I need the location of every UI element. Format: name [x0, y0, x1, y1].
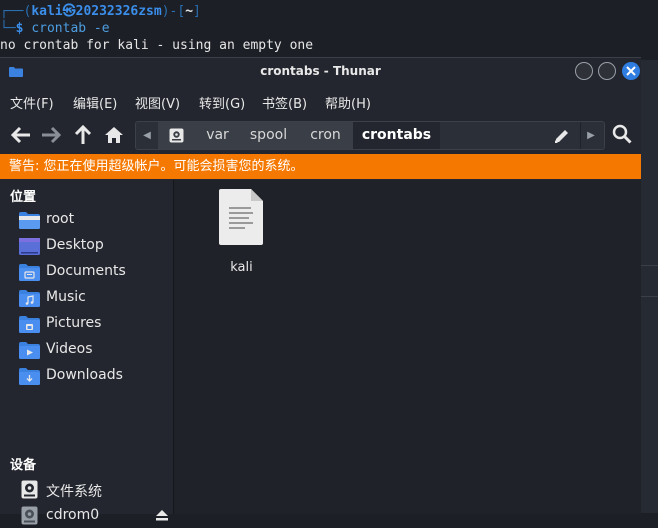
sidebar-item-label: cdrom0 [46, 507, 100, 523]
prompt-cwd: ~ [185, 4, 194, 19]
pictures-folder-icon [19, 316, 40, 333]
music-folder-icon [19, 290, 40, 307]
prompt-frame-bottom: └─ [0, 21, 16, 36]
close-icon [626, 66, 636, 76]
toolbar: ◀ var spool cron crontabs ▶ [0, 118, 641, 152]
drive-icon [21, 480, 38, 499]
crumb-spool[interactable]: spool [239, 122, 299, 149]
sidebar-item-downloads[interactable]: Downloads [0, 364, 172, 388]
sidebar-item-label: 文件系统 [46, 484, 102, 500]
downloads-folder-icon [19, 368, 40, 385]
sidebar-item-label: Pictures [46, 315, 102, 331]
documents-folder-icon [19, 264, 40, 281]
terminal-command: crontab -e [31, 21, 110, 36]
crumb-crontabs[interactable]: crontabs [353, 122, 441, 149]
terminal: ┌──(kali㉿20232326zsm)-[~] └─$ crontab -e… [0, 0, 658, 60]
file-view[interactable]: kali [174, 180, 641, 514]
terminal-output: no crontab for kali - using an empty one [0, 38, 314, 53]
sidebar-item-label: Documents [46, 263, 126, 279]
window-title: crontabs - Thunar [260, 64, 381, 78]
crumb-cron[interactable]: cron [298, 122, 354, 149]
sidebar-item-pictures[interactable]: Pictures [0, 312, 172, 336]
prompt-frame-end: ] [193, 4, 201, 19]
sidebar-item-label: Videos [46, 341, 93, 357]
location-bar: ◀ var spool cron crontabs ▶ [135, 121, 605, 150]
crumb-root[interactable] [158, 122, 197, 149]
menu-bar: 文件(F) 编辑(E) 视图(V) 转到(G) 书签(B) 帮助(H) [0, 90, 641, 112]
sidebar-item-label: Music [46, 289, 86, 305]
places-header: 位置 [10, 190, 37, 205]
sidebar-item-videos[interactable]: Videos [0, 338, 172, 362]
prompt-frame-top: ┌──( [0, 4, 32, 19]
menu-edit[interactable]: 编辑(E) [73, 93, 117, 112]
sidebar-item-music[interactable]: Music [0, 286, 172, 310]
terminal-prompt-line: ┌──(kali㉿20232326zsm)-[~] [0, 3, 201, 20]
file-item-kali[interactable]: kali [214, 189, 269, 275]
drive-icon [169, 128, 184, 143]
menu-file[interactable]: 文件(F) [10, 93, 54, 112]
up-arrow-icon[interactable] [72, 125, 94, 145]
devices-header: 设备 [10, 458, 37, 473]
sidebar-item-label: Desktop [46, 237, 104, 253]
optical-drive-icon [21, 506, 38, 525]
desktop-folder-icon [19, 238, 40, 255]
back-arrow-icon[interactable] [10, 125, 32, 145]
background-window-edge [641, 60, 658, 513]
file-name: kali [230, 260, 253, 275]
videos-folder-icon [19, 342, 40, 359]
title-bar[interactable]: crontabs - Thunar [0, 58, 641, 86]
maximize-button[interactable] [598, 62, 616, 80]
edit-location-icon[interactable] [553, 127, 571, 145]
minimize-button[interactable] [575, 62, 593, 80]
prompt-user-host: kali㉿20232326zsm [31, 4, 162, 19]
sidebar-item-cdrom0[interactable]: cdrom0 [0, 504, 172, 528]
home-folder-icon [19, 212, 40, 229]
menu-view[interactable]: 视图(V) [135, 93, 180, 112]
prompt-frame-mid: )-[ [161, 4, 186, 19]
menu-bookmarks[interactable]: 书签(B) [262, 93, 307, 112]
crumb-var[interactable]: var [196, 122, 240, 149]
sidebar-item-root[interactable]: root [0, 208, 172, 232]
sidebar: 位置 root Desktop Documents Music Pictures… [0, 180, 174, 525]
sidebar-item-documents[interactable]: Documents [0, 260, 172, 284]
prompt-dollar: $ [15, 21, 24, 36]
path-scroll-right-icon[interactable]: ▶ [580, 122, 602, 149]
terminal-command-line: └─$ crontab -e [0, 20, 110, 37]
text-file-icon [219, 189, 263, 245]
home-icon[interactable] [103, 125, 125, 145]
eject-icon[interactable] [156, 510, 168, 521]
forward-arrow-icon[interactable] [40, 125, 62, 145]
thunar-window: crontabs - Thunar 文件(F) 编辑(E) 视图(V) 转到(G… [0, 57, 641, 525]
root-warning-bar: 警告: 您正在使用超级帐户。可能会损害您的系统。 [0, 154, 641, 179]
path-scroll-left-icon[interactable]: ◀ [136, 122, 158, 149]
search-icon[interactable] [612, 124, 632, 144]
sidebar-item-label: Downloads [46, 367, 123, 383]
sidebar-item-label: root [46, 211, 75, 227]
menu-help[interactable]: 帮助(H) [325, 93, 371, 112]
menu-go[interactable]: 转到(G) [199, 93, 245, 112]
sidebar-item-desktop[interactable]: Desktop [0, 234, 172, 258]
close-button[interactable] [622, 62, 640, 80]
warning-text: 警告: 您正在使用超级帐户。可能会损害您的系统。 [9, 159, 304, 174]
sidebar-item-filesystem[interactable]: 文件系统 [0, 478, 172, 502]
